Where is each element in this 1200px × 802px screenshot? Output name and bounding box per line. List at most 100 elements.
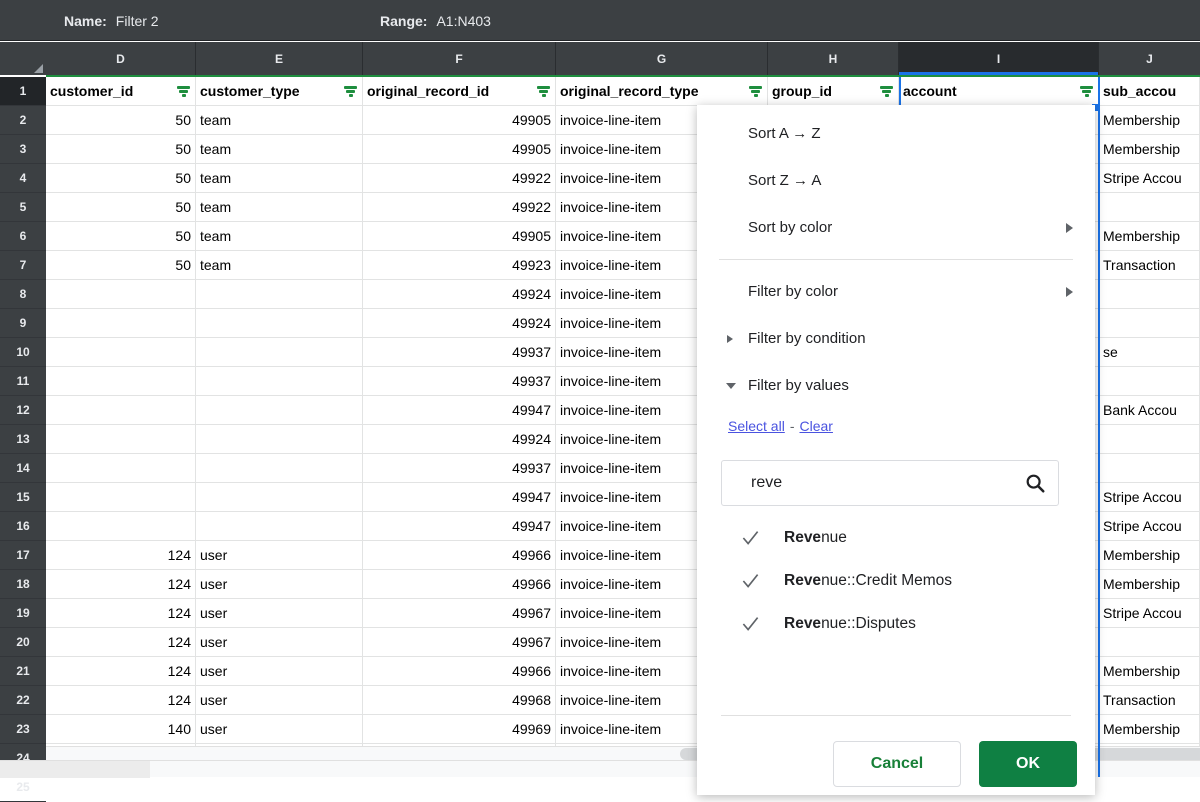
- ok-button[interactable]: OK: [979, 741, 1077, 787]
- cell-customer_id[interactable]: 124: [46, 686, 196, 714]
- row-header-1[interactable]: 1: [0, 77, 46, 106]
- cell-customer_type[interactable]: user: [196, 541, 363, 569]
- cell-original_record_id[interactable]: 49966: [363, 657, 556, 685]
- row-header-2[interactable]: 2: [0, 106, 46, 135]
- row-header-19[interactable]: 19: [0, 599, 46, 628]
- cell-original_record_id[interactable]: 49937: [363, 338, 556, 366]
- cell-customer_id[interactable]: 50: [46, 164, 196, 192]
- cell-original_record_id[interactable]: 49947: [363, 396, 556, 424]
- cell-sub_account[interactable]: Stripe Accou: [1099, 512, 1200, 540]
- menu-item-sort-a-z[interactable]: Sort A → Z: [697, 110, 1095, 157]
- cell-sub_account[interactable]: se: [1099, 338, 1200, 366]
- cell-sub_account[interactable]: Membership: [1099, 541, 1200, 569]
- column-header-G[interactable]: G: [556, 42, 768, 75]
- row-header-23[interactable]: 23: [0, 715, 46, 744]
- cell-customer_id[interactable]: 124: [46, 570, 196, 598]
- cell-original_record_id[interactable]: 49947: [363, 512, 556, 540]
- filter-value-row[interactable]: Revenue::Credit Memos: [697, 559, 1095, 602]
- filter-funnel-icon[interactable]: [880, 85, 893, 97]
- cell-original_record_id[interactable]: 49966: [363, 570, 556, 598]
- cell-sub_account[interactable]: Transaction: [1099, 251, 1200, 279]
- cell-sub_account[interactable]: [1099, 425, 1200, 453]
- cell-customer_type[interactable]: [196, 309, 363, 337]
- cell-sub_account[interactable]: Bank Accou: [1099, 396, 1200, 424]
- cell-original_record_id[interactable]: 49966: [363, 541, 556, 569]
- cell-sub_account[interactable]: [1099, 309, 1200, 337]
- cell-customer_type[interactable]: team: [196, 251, 363, 279]
- row-header-20[interactable]: 20: [0, 628, 46, 657]
- filter-name-value[interactable]: Filter 2: [116, 13, 159, 29]
- cell-customer_id[interactable]: 124: [46, 599, 196, 627]
- cell-sub_account[interactable]: [1099, 454, 1200, 482]
- row-header-6[interactable]: 6: [0, 222, 46, 251]
- row-header-14[interactable]: 14: [0, 454, 46, 483]
- cell-customer_type[interactable]: [196, 454, 363, 482]
- cell-customer_type[interactable]: team: [196, 164, 363, 192]
- cell-customer_id[interactable]: [46, 512, 196, 540]
- filter-funnel-icon[interactable]: [344, 85, 357, 97]
- cell-customer_id[interactable]: 50: [46, 193, 196, 221]
- cell-original_record_id[interactable]: 49922: [363, 193, 556, 221]
- row-header-10[interactable]: 10: [0, 338, 46, 367]
- cell-customer_id[interactable]: [46, 483, 196, 511]
- cell-customer_id[interactable]: [46, 396, 196, 424]
- cell-customer_id[interactable]: 124: [46, 541, 196, 569]
- column-header-F[interactable]: F: [363, 42, 556, 75]
- cell-customer_type[interactable]: team: [196, 106, 363, 134]
- column-header-I[interactable]: I: [899, 42, 1099, 75]
- menu-item-sort-z-a[interactable]: Sort Z → A: [697, 157, 1095, 204]
- column-header-D[interactable]: D: [46, 42, 196, 75]
- column-header-J[interactable]: J: [1099, 42, 1200, 75]
- row-header-12[interactable]: 12: [0, 396, 46, 425]
- cancel-button[interactable]: Cancel: [833, 741, 961, 787]
- search-icon[interactable]: [1024, 472, 1046, 494]
- cell-original_record_id[interactable]: 49947: [363, 483, 556, 511]
- cell-customer_id[interactable]: 124: [46, 657, 196, 685]
- cell-customer_id[interactable]: 50: [46, 222, 196, 250]
- cell-sub_account[interactable]: Stripe Accou: [1099, 599, 1200, 627]
- cell-original_record_id[interactable]: 49969: [363, 715, 556, 743]
- cell-sub_account[interactable]: Transaction: [1099, 686, 1200, 714]
- cell-customer_type[interactable]: user: [196, 628, 363, 656]
- select-all-link[interactable]: Select all: [728, 418, 785, 434]
- clear-link[interactable]: Clear: [799, 418, 832, 434]
- cell-original_record_id[interactable]: 49905: [363, 135, 556, 163]
- cell-original_record_id[interactable]: 49967: [363, 628, 556, 656]
- cell-sub_account[interactable]: [1099, 367, 1200, 395]
- column-header-H[interactable]: H: [768, 42, 899, 75]
- cell-customer_id[interactable]: [46, 280, 196, 308]
- cell-customer_type[interactable]: team: [196, 193, 363, 221]
- cell-customer_id[interactable]: 50: [46, 135, 196, 163]
- cell-original_record_id[interactable]: 49924: [363, 280, 556, 308]
- cell-original_record_id[interactable]: 49905: [363, 222, 556, 250]
- menu-item-filter-by-values[interactable]: Filter by values: [697, 362, 1095, 409]
- row-header-7[interactable]: 7: [0, 251, 46, 280]
- cell-original_record_id[interactable]: 49924: [363, 309, 556, 337]
- row-header-18[interactable]: 18: [0, 570, 46, 599]
- row-header-4[interactable]: 4: [0, 164, 46, 193]
- cell-sub_account[interactable]: Membership: [1099, 570, 1200, 598]
- checkmark-icon[interactable]: [741, 614, 760, 633]
- select-all-corner[interactable]: [0, 42, 46, 75]
- cell-original_record_id[interactable]: 49924: [363, 425, 556, 453]
- row-header-15[interactable]: 15: [0, 483, 46, 512]
- cell-customer_type[interactable]: [196, 396, 363, 424]
- filter-funnel-icon[interactable]: [537, 85, 550, 97]
- cell-sub_account[interactable]: Membership: [1099, 135, 1200, 163]
- cell-customer_id[interactable]: [46, 309, 196, 337]
- checkmark-icon[interactable]: [741, 571, 760, 590]
- filter-search-input[interactable]: [722, 462, 997, 504]
- filter-funnel-icon[interactable]: [177, 85, 190, 97]
- cell-original_record_id[interactable]: 49967: [363, 599, 556, 627]
- cell-original_record_id[interactable]: 49922: [363, 164, 556, 192]
- cell-customer_type[interactable]: team: [196, 222, 363, 250]
- cell-original_record_id[interactable]: 49923: [363, 251, 556, 279]
- row-header-13[interactable]: 13: [0, 425, 46, 454]
- cell-customer_id[interactable]: [46, 454, 196, 482]
- filter-value-row[interactable]: Revenue: [697, 516, 1095, 559]
- cell-original_record_id[interactable]: 49937: [363, 367, 556, 395]
- cell-customer_type[interactable]: [196, 280, 363, 308]
- cell-customer_id[interactable]: [46, 338, 196, 366]
- cell-customer_type[interactable]: [196, 425, 363, 453]
- row-header-11[interactable]: 11: [0, 367, 46, 396]
